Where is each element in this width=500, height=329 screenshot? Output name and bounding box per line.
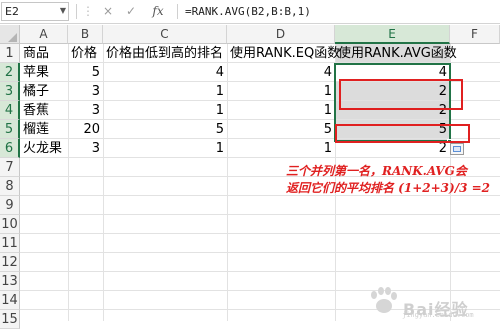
header-cell-rank-avg[interactable]: 使用RANK.AVG函数	[335, 44, 457, 63]
header-cell-price-rank[interactable]: 价格由低到高的排名	[103, 44, 227, 63]
highlight-box-rows-3-4	[339, 79, 463, 110]
highlight-box-row-6	[335, 124, 470, 143]
table-cell[interactable]: 火龙果	[20, 139, 68, 158]
quick-analysis-icon[interactable]	[450, 143, 464, 155]
row-header-5[interactable]: 5	[0, 120, 20, 139]
header-cell-price[interactable]: 价格	[68, 44, 103, 63]
row-header-2[interactable]: 2	[0, 63, 20, 82]
table-cell[interactable]: 3	[68, 101, 103, 120]
separator	[76, 4, 77, 19]
table-cell[interactable]: 3	[68, 139, 103, 158]
annotation-line-1: 三个并列第一名，RANK.AVG会	[286, 164, 467, 178]
grid-line	[20, 290, 500, 291]
table-cell[interactable]: 1	[227, 101, 335, 120]
row-header-11[interactable]: 11	[0, 234, 20, 253]
table-cell[interactable]: 苹果	[20, 63, 68, 82]
header-cell-product[interactable]: 商品	[20, 44, 68, 63]
row-header-14[interactable]: 14	[0, 291, 20, 310]
row-header-4[interactable]: 4	[0, 101, 20, 120]
row-header-8[interactable]: 8	[0, 177, 20, 196]
table-cell[interactable]: 1	[103, 139, 227, 158]
table-cell[interactable]: 5	[103, 120, 227, 139]
table-cell[interactable]: 20	[68, 120, 103, 139]
table-cell[interactable]: 1	[103, 101, 227, 120]
insert-function-icon[interactable]: fx	[149, 3, 167, 20]
row-header-7[interactable]: 7	[0, 158, 20, 177]
table-cell[interactable]: 橘子	[20, 82, 68, 101]
formula-input[interactable]: =RANK.AVG(B2,B:B,1)	[180, 2, 498, 21]
table-cell[interactable]: 3	[68, 82, 103, 101]
table-cell[interactable]: 5	[68, 63, 103, 82]
grid-line	[20, 252, 500, 253]
cancel-icon[interactable]: ×	[101, 3, 115, 20]
table-cell[interactable]: 4	[227, 63, 335, 82]
watermark-url: jingyan.baidu.com	[402, 311, 474, 319]
row-header-6[interactable]: 6	[0, 139, 20, 158]
row-header-12[interactable]: 12	[0, 253, 20, 272]
drag-handle-icon: ⋮	[82, 4, 94, 18]
grid-line	[20, 271, 500, 272]
column-header-f[interactable]: F	[450, 25, 500, 44]
row-header-15[interactable]: 15	[0, 310, 20, 329]
column-header-e[interactable]: E	[335, 25, 450, 44]
separator	[177, 4, 178, 19]
annotation-text: 三个并列第一名，RANK.AVG会 返回它们的平均排名 (1+2+3)/3 =2	[286, 163, 500, 197]
column-header-b[interactable]: B	[68, 25, 103, 44]
table-cell[interactable]: 5	[227, 120, 335, 139]
table-cell[interactable]: 香蕉	[20, 101, 68, 120]
row-header-9[interactable]: 9	[0, 196, 20, 215]
select-all-icon	[8, 33, 17, 42]
row-header-13[interactable]: 13	[0, 272, 20, 291]
grid-line	[20, 233, 500, 234]
paw-logo-icon	[371, 287, 397, 313]
column-header-a[interactable]: A	[20, 25, 68, 44]
column-header-c[interactable]: C	[103, 25, 227, 44]
table-cell[interactable]: 1	[227, 82, 335, 101]
table-cell[interactable]: 1	[227, 139, 335, 158]
table-cell[interactable]: 榴莲	[20, 120, 68, 139]
chevron-down-icon[interactable]: ▼	[58, 3, 68, 19]
row-header-1[interactable]: 1	[0, 44, 20, 63]
row-header-10[interactable]: 10	[0, 215, 20, 234]
annotation-line-2: 返回它们的平均排名 (1+2+3)/3 =2	[286, 181, 491, 195]
table-cell[interactable]: 4	[103, 63, 227, 82]
grid-line	[20, 214, 500, 215]
table-cell[interactable]: 1	[103, 82, 227, 101]
enter-icon[interactable]: ✓	[124, 3, 138, 20]
row-header-3[interactable]: 3	[0, 82, 20, 101]
header-cell-rank-eq[interactable]: 使用RANK.EQ函数	[227, 44, 340, 63]
column-header-d[interactable]: D	[227, 25, 335, 44]
